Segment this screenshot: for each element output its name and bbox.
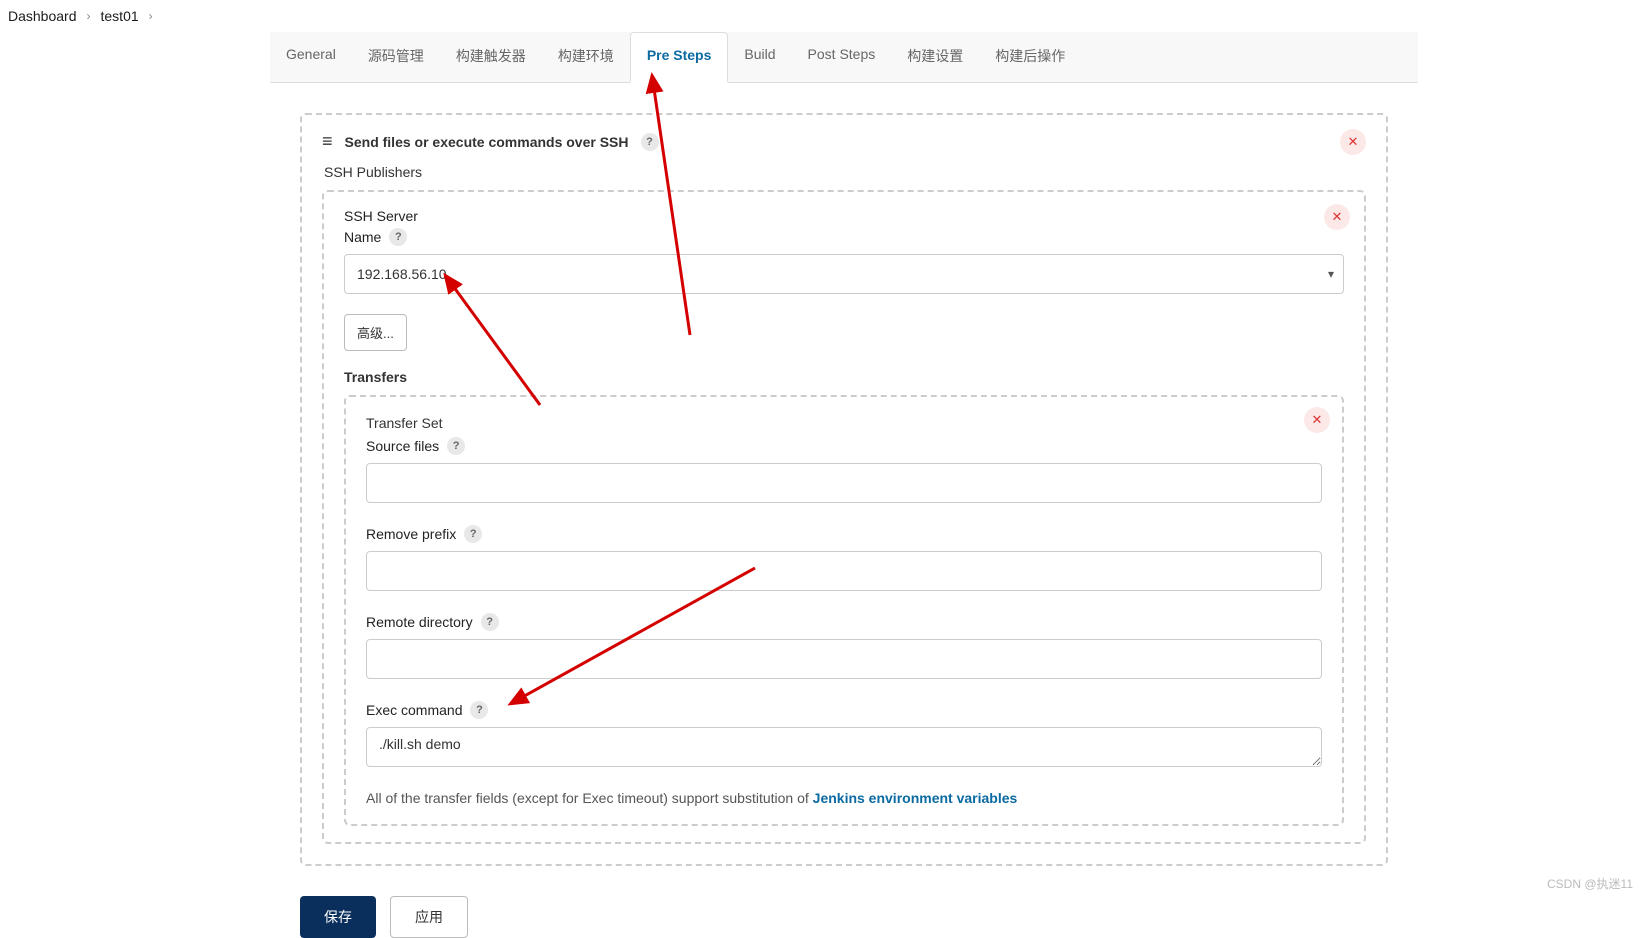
help-icon[interactable]: ?: [389, 228, 407, 246]
help-icon[interactable]: ?: [447, 437, 465, 455]
action-bar: 保存 应用: [270, 886, 1418, 938]
tab-build-settings[interactable]: 构建设置: [891, 32, 979, 82]
server-name-label: Name: [344, 229, 381, 245]
remove-server-button[interactable]: ✕: [1324, 204, 1350, 230]
chevron-right-icon: ›: [149, 9, 153, 23]
tab-build[interactable]: Build: [728, 32, 791, 82]
tab-general[interactable]: General: [270, 32, 352, 82]
advanced-button[interactable]: 高级...: [344, 314, 407, 351]
tab-scm[interactable]: 源码管理: [352, 32, 440, 82]
config-tabs: General 源码管理 构建触发器 构建环境 Pre Steps Build …: [270, 32, 1418, 83]
remote-directory-input[interactable]: [366, 639, 1322, 679]
chevron-right-icon: ›: [87, 9, 91, 23]
watermark: CSDN @执迷11: [1547, 875, 1633, 892]
tab-triggers[interactable]: 构建触发器: [440, 32, 542, 82]
ssh-publishers-label: SSH Publishers: [324, 164, 1366, 180]
help-icon[interactable]: ?: [470, 701, 488, 719]
remove-step-button[interactable]: ✕: [1340, 129, 1366, 155]
tab-post-steps[interactable]: Post Steps: [792, 32, 892, 82]
exec-command-textarea[interactable]: [366, 727, 1322, 767]
transfer-footnote: All of the transfer fields (except for E…: [366, 790, 1322, 806]
help-icon[interactable]: ?: [464, 525, 482, 543]
tab-pre-steps[interactable]: Pre Steps: [630, 32, 729, 83]
transfer-set-title: Transfer Set: [366, 415, 1322, 431]
remove-prefix-label: Remove prefix: [366, 526, 456, 542]
jenkins-env-vars-link[interactable]: Jenkins environment variables: [813, 790, 1018, 806]
breadcrumb-job[interactable]: test01: [101, 8, 139, 24]
remote-directory-label: Remote directory: [366, 614, 473, 630]
exec-command-label: Exec command: [366, 702, 462, 718]
breadcrumb-dashboard[interactable]: Dashboard: [8, 8, 77, 24]
ssh-step-section: ✕ ≡ Send files or execute commands over …: [300, 113, 1388, 866]
breadcrumb: Dashboard › test01 ›: [0, 0, 1643, 32]
remove-transfer-button[interactable]: ✕: [1304, 407, 1330, 433]
source-files-input[interactable]: [366, 463, 1322, 503]
server-name-select[interactable]: 192.168.56.10: [344, 254, 1344, 294]
transfer-set-block: ✕ Transfer Set Source files ? Remove pre…: [344, 395, 1344, 826]
apply-button[interactable]: 应用: [390, 896, 468, 938]
remove-prefix-input[interactable]: [366, 551, 1322, 591]
drag-handle-icon[interactable]: ≡: [322, 131, 333, 152]
tab-build-env[interactable]: 构建环境: [542, 32, 630, 82]
tab-post-build[interactable]: 构建后操作: [979, 32, 1081, 82]
help-icon[interactable]: ?: [641, 133, 659, 151]
ssh-server-block: ✕ SSH Server Name ? 192.168.56.10 ▾ 高级..…: [322, 190, 1366, 844]
ssh-server-group-label: SSH Server: [344, 208, 1344, 224]
step-title: Send files or execute commands over SSH: [345, 134, 629, 150]
help-icon[interactable]: ?: [481, 613, 499, 631]
save-button[interactable]: 保存: [300, 896, 376, 938]
transfers-label: Transfers: [344, 369, 1344, 385]
source-files-label: Source files: [366, 438, 439, 454]
